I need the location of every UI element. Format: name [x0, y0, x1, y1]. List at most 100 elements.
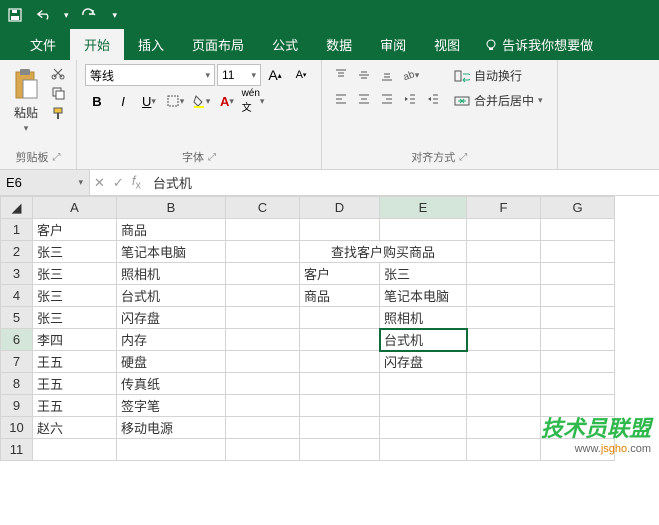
cell[interactable]: 王五 — [33, 395, 117, 417]
cell[interactable]: 张三 — [33, 285, 117, 307]
cell[interactable] — [467, 417, 541, 439]
cell[interactable] — [226, 263, 300, 285]
cell[interactable] — [300, 439, 380, 461]
cell[interactable]: 笔记本电脑 — [117, 241, 226, 263]
cell[interactable] — [467, 241, 541, 263]
cell[interactable] — [467, 439, 541, 461]
tell-me-search[interactable]: 告诉我你想要做 — [474, 29, 603, 60]
undo-icon[interactable] — [36, 7, 52, 23]
orientation-icon[interactable]: ab▾ — [399, 64, 421, 86]
cell[interactable] — [226, 285, 300, 307]
row-header[interactable]: 11 — [1, 439, 33, 461]
cell[interactable] — [300, 395, 380, 417]
border-button[interactable]: ▾ — [163, 90, 187, 112]
cell[interactable]: 客户 — [300, 263, 380, 285]
cell[interactable] — [226, 395, 300, 417]
cell[interactable]: 张三 — [33, 307, 117, 329]
cell[interactable] — [467, 373, 541, 395]
row-header[interactable]: 5 — [1, 307, 33, 329]
merge-center-button[interactable]: 合并后居中 ▾ — [448, 89, 549, 112]
row-header[interactable]: 9 — [1, 395, 33, 417]
col-header-E[interactable]: E — [380, 197, 467, 219]
copy-icon[interactable] — [48, 84, 68, 102]
tab-view[interactable]: 视图 — [420, 29, 474, 60]
cell[interactable]: 王五 — [33, 351, 117, 373]
format-painter-icon[interactable] — [48, 104, 68, 122]
fx-icon[interactable]: fx — [132, 173, 141, 192]
cell[interactable] — [467, 263, 541, 285]
align-left-icon[interactable] — [330, 88, 352, 110]
cell[interactable] — [226, 351, 300, 373]
align-right-icon[interactable] — [376, 88, 398, 110]
cell[interactable] — [380, 395, 467, 417]
align-center-icon[interactable] — [353, 88, 375, 110]
cell[interactable] — [467, 307, 541, 329]
save-icon[interactable] — [8, 7, 24, 23]
increase-indent-icon[interactable] — [422, 88, 444, 110]
cell[interactable]: 王五 — [33, 373, 117, 395]
cell[interactable]: 签字笔 — [117, 395, 226, 417]
cut-icon[interactable] — [48, 64, 68, 82]
cell[interactable] — [541, 241, 615, 263]
col-header-G[interactable]: G — [541, 197, 615, 219]
cell[interactable] — [467, 285, 541, 307]
cell[interactable]: 移动电源 — [117, 417, 226, 439]
cell[interactable] — [541, 373, 615, 395]
cell[interactable] — [300, 373, 380, 395]
row-header[interactable]: 1 — [1, 219, 33, 241]
cell[interactable] — [541, 285, 615, 307]
fill-color-button[interactable]: ▾ — [189, 90, 213, 112]
cell-active[interactable]: 台式机 — [380, 329, 467, 351]
cell[interactable] — [380, 439, 467, 461]
cell[interactable] — [300, 417, 380, 439]
cell[interactable] — [117, 439, 226, 461]
cell[interactable]: 照相机 — [380, 307, 467, 329]
decrease-font-icon[interactable]: A▾ — [289, 64, 313, 86]
row-header[interactable]: 4 — [1, 285, 33, 307]
row-header[interactable]: 2 — [1, 241, 33, 263]
name-box[interactable]: E6▾ — [0, 170, 90, 195]
underline-button[interactable]: U▾ — [137, 90, 161, 112]
cell[interactable] — [541, 329, 615, 351]
cell[interactable]: 闪存盘 — [380, 351, 467, 373]
tab-home[interactable]: 开始 — [70, 29, 124, 60]
cell[interactable] — [226, 417, 300, 439]
cell[interactable]: 商品 — [300, 285, 380, 307]
font-name-select[interactable]: 等线▾ — [85, 64, 215, 86]
phonetic-button[interactable]: wén文▾ — [241, 90, 265, 112]
cell[interactable] — [380, 373, 467, 395]
align-bottom-icon[interactable] — [376, 64, 398, 86]
formula-bar-input[interactable]: 台式机 — [145, 170, 659, 195]
cell[interactable] — [300, 329, 380, 351]
cell[interactable] — [467, 395, 541, 417]
bold-button[interactable]: B — [85, 90, 109, 112]
align-top-icon[interactable] — [330, 64, 352, 86]
col-header-C[interactable]: C — [226, 197, 300, 219]
cell[interactable] — [33, 439, 117, 461]
row-header[interactable]: 3 — [1, 263, 33, 285]
cell[interactable]: 硬盘 — [117, 351, 226, 373]
increase-font-icon[interactable]: A▴ — [263, 64, 287, 86]
paste-button[interactable]: 粘贴 ▾ — [8, 64, 44, 136]
tab-formula[interactable]: 公式 — [258, 29, 312, 60]
cell[interactable] — [300, 307, 380, 329]
chevron-down-icon[interactable]: ▾ — [113, 10, 118, 21]
wrap-text-button[interactable]: 自动换行 — [448, 64, 549, 87]
dialog-launcher-icon[interactable]: ⤢ — [53, 152, 61, 163]
cancel-formula-icon[interactable]: ✕ — [94, 175, 105, 191]
cell[interactable] — [467, 329, 541, 351]
cell[interactable]: 张三 — [33, 241, 117, 263]
tab-insert[interactable]: 插入 — [124, 29, 178, 60]
enter-formula-icon[interactable]: ✓ — [113, 175, 124, 191]
cell[interactable] — [467, 219, 541, 241]
dialog-launcher-icon[interactable]: ⤢ — [459, 152, 467, 163]
select-all-corner[interactable]: ◢ — [1, 197, 33, 219]
col-header-D[interactable]: D — [300, 197, 380, 219]
cell[interactable]: 笔记本电脑 — [380, 285, 467, 307]
cell[interactable]: 赵六 — [33, 417, 117, 439]
cell[interactable]: 内存 — [117, 329, 226, 351]
italic-button[interactable]: I — [111, 90, 135, 112]
tab-file[interactable]: 文件 — [16, 29, 70, 60]
tab-layout[interactable]: 页面布局 — [178, 29, 258, 60]
row-header[interactable]: 10 — [1, 417, 33, 439]
